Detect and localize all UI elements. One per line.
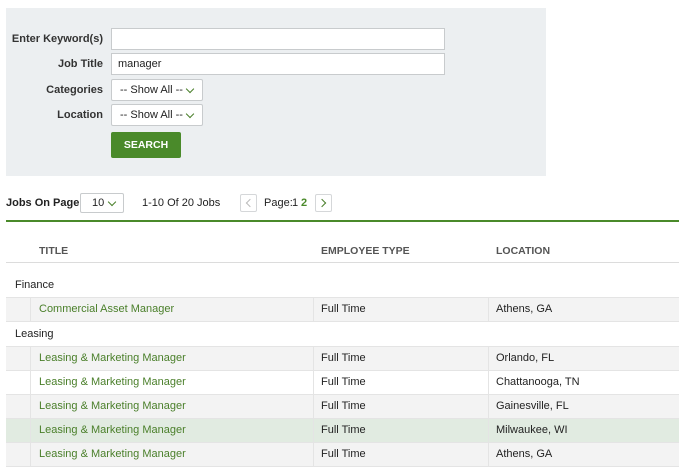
job-title-link[interactable]: Leasing & Marketing Manager: [39, 443, 186, 466]
row-gutter: [6, 443, 31, 466]
job-title-label: Job Title: [57, 58, 103, 70]
row-gutter: [6, 419, 31, 442]
column-header-employee-type[interactable]: EMPLOYEE TYPE: [321, 222, 410, 262]
group-header-finance: Finance: [6, 273, 679, 298]
categories-row: Categories -- Show All --: [6, 79, 546, 101]
jobs-per-page-select[interactable]: 10: [80, 193, 124, 213]
page-link-2[interactable]: 2: [301, 193, 307, 213]
table-row[interactable]: Leasing & Marketing Manager Full Time Ch…: [6, 371, 679, 395]
location-select-value: -- Show All --: [120, 109, 183, 121]
jobs-per-page-label: Jobs On Page:: [6, 197, 84, 209]
column-divider: [488, 443, 489, 466]
column-divider: [488, 371, 489, 394]
column-header-title[interactable]: TITLE: [39, 222, 68, 262]
table-row[interactable]: Leasing & Marketing Manager Full Time Ga…: [6, 395, 679, 419]
column-divider: [313, 298, 314, 321]
job-title-link[interactable]: Leasing & Marketing Manager: [39, 419, 186, 442]
chevron-down-icon: [107, 197, 117, 207]
categories-label: Categories: [46, 84, 103, 96]
job-title-link[interactable]: Leasing & Marketing Manager: [39, 347, 186, 370]
location-label: Location: [57, 109, 103, 121]
row-gutter: [6, 395, 31, 418]
table-header: TITLE EMPLOYEE TYPE LOCATION: [6, 222, 679, 263]
search-panel: Enter Keyword(s) Job Title manager Categ…: [6, 8, 546, 176]
job-title-link[interactable]: Commercial Asset Manager: [39, 298, 174, 321]
column-divider: [488, 347, 489, 370]
page-link-1[interactable]: 1: [292, 193, 298, 213]
next-page-button[interactable]: [315, 194, 332, 212]
keyword-label: Enter Keyword(s): [11, 33, 103, 45]
chevron-down-icon: [185, 84, 195, 94]
column-divider: [313, 419, 314, 442]
column-divider: [313, 395, 314, 418]
keyword-row: Enter Keyword(s): [6, 28, 546, 50]
row-gutter: [6, 298, 31, 321]
location-cell: Athens, GA: [496, 303, 553, 315]
keyword-input[interactable]: [111, 28, 445, 50]
page-label: Page:: [264, 197, 293, 209]
table-row[interactable]: Leasing & Marketing Manager Full Time Mi…: [6, 419, 679, 443]
job-title-link[interactable]: Leasing & Marketing Manager: [39, 371, 186, 394]
column-divider: [488, 298, 489, 321]
employee-type-cell: Full Time: [321, 376, 366, 388]
employee-type-cell: Full Time: [321, 400, 366, 412]
chevron-left-icon: [245, 198, 255, 208]
table-row[interactable]: Leasing & Marketing Manager Full Time At…: [6, 443, 679, 467]
row-gutter: [6, 347, 31, 370]
employee-type-cell: Full Time: [321, 424, 366, 436]
chevron-down-icon: [185, 109, 195, 119]
pager-bar: Jobs On Page: 10 1-10 Of 20 Jobs Page: 1…: [6, 193, 676, 213]
employee-type-cell: Full Time: [321, 303, 366, 315]
job-count-text: 1-10 Of 20 Jobs: [142, 197, 221, 209]
column-divider: [488, 419, 489, 442]
column-divider: [488, 395, 489, 418]
employee-type-cell: Full Time: [321, 448, 366, 460]
categories-select[interactable]: -- Show All --: [111, 79, 203, 101]
previous-page-button[interactable]: [240, 194, 257, 212]
location-select[interactable]: -- Show All --: [111, 104, 203, 126]
column-divider: [313, 347, 314, 370]
table-row[interactable]: Leasing & Marketing Manager Full Time Or…: [6, 347, 679, 371]
search-button[interactable]: SEARCH: [111, 132, 181, 158]
table-row[interactable]: Commercial Asset Manager Full Time Athen…: [6, 298, 679, 322]
location-cell: Chattanooga, TN: [496, 376, 580, 388]
categories-select-value: -- Show All --: [120, 84, 183, 96]
jobs-per-page-value: 10: [92, 197, 105, 209]
location-cell: Athens, GA: [496, 448, 553, 460]
column-divider: [313, 443, 314, 466]
location-cell: Orlando, FL: [496, 352, 555, 364]
job-title-row: Job Title manager: [6, 53, 546, 75]
employee-type-cell: Full Time: [321, 352, 366, 364]
job-title-link[interactable]: Leasing & Marketing Manager: [39, 395, 186, 418]
row-gutter: [6, 371, 31, 394]
jobs-table: TITLE EMPLOYEE TYPE LOCATION Finance Com…: [6, 220, 679, 467]
column-header-location[interactable]: LOCATION: [496, 222, 550, 262]
location-cell: Milwaukee, WI: [496, 424, 568, 436]
location-cell: Gainesville, FL: [496, 400, 569, 412]
column-divider: [313, 371, 314, 394]
location-row: Location -- Show All --: [6, 104, 546, 126]
job-title-input[interactable]: manager: [111, 53, 445, 75]
chevron-right-icon: [317, 198, 327, 208]
group-header-leasing: Leasing: [6, 322, 679, 347]
